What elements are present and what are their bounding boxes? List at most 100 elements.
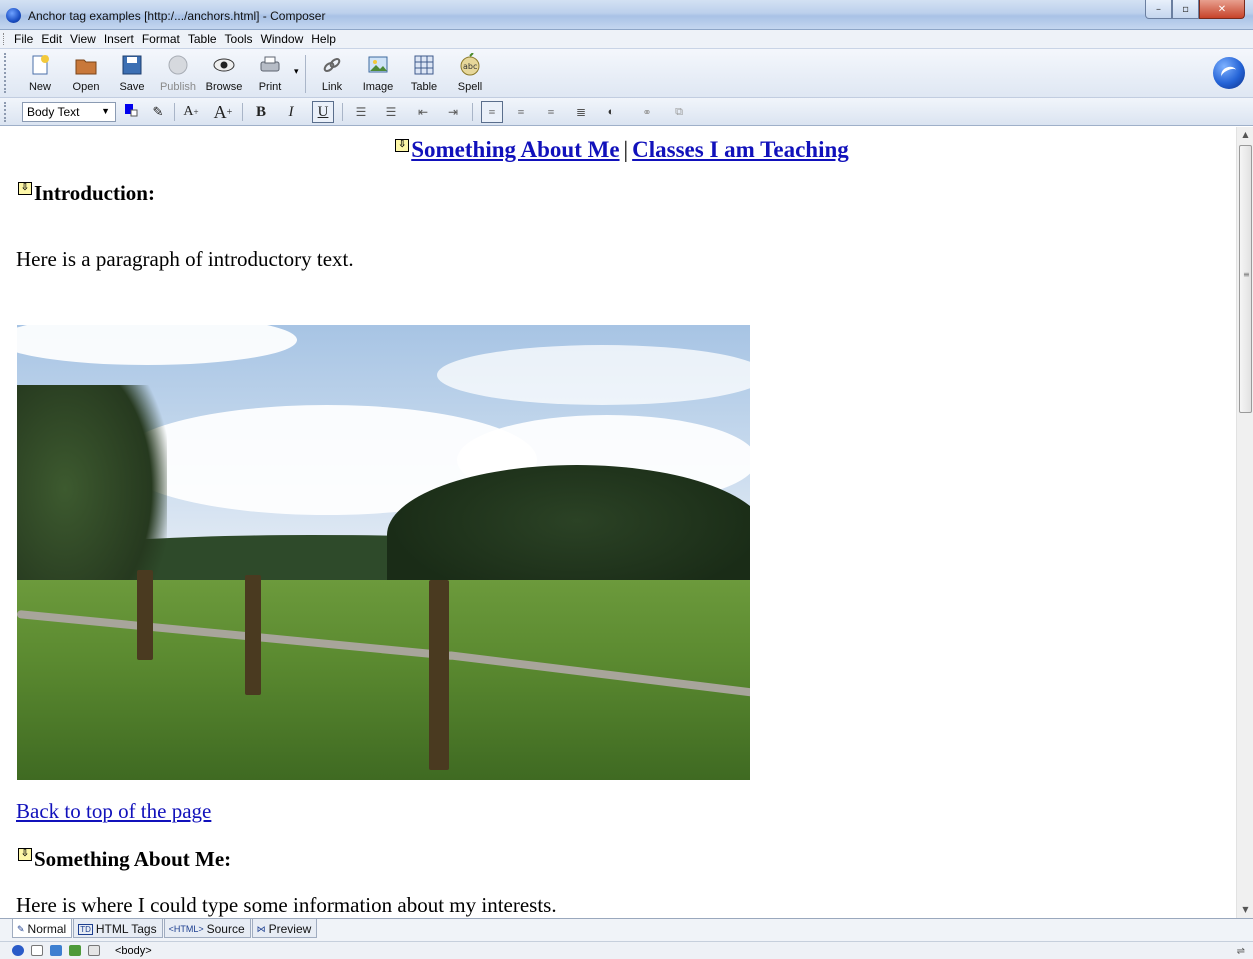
paragraph-about-me: Here is where I could type some informat…: [16, 893, 557, 917]
highlight-pencil-icon[interactable]: ✎: [147, 101, 169, 123]
menu-table[interactable]: Table: [184, 32, 221, 46]
window-title: Anchor tag examples [http:/.../anchors.h…: [28, 9, 326, 23]
scroll-down-icon[interactable]: ▼: [1237, 902, 1253, 918]
format-toolbar: Body Text ▼ ✎ A + A + B I U ☰ ☰ ⇤ ⇥ ≡ ≡ ≡ …: [0, 98, 1253, 126]
browse-button[interactable]: Browse: [201, 51, 247, 97]
toolbar-grip[interactable]: [4, 53, 7, 93]
align-left-icon[interactable]: ≡: [481, 101, 503, 123]
indent-icon[interactable]: ⇥: [442, 101, 464, 123]
composition-toolbar: New Open Save Publish Browse Print ▾ Lin…: [0, 48, 1253, 98]
printer-icon: [258, 53, 282, 77]
insert-table-disabled-icon[interactable]: ⧉: [668, 101, 690, 123]
vertical-scrollbar[interactable]: ▲ ▼: [1236, 127, 1253, 918]
menu-format[interactable]: Format: [138, 32, 184, 46]
menu-bar: File Edit View Insert Format Table Tools…: [0, 30, 1253, 48]
print-dropdown-icon[interactable]: ▾: [294, 67, 299, 77]
insert-element-icon[interactable]: ◐: [600, 101, 622, 123]
anchor-marker-icon[interactable]: ⇩: [18, 182, 32, 195]
align-right-icon[interactable]: ≡: [540, 101, 562, 123]
menu-window[interactable]: Window: [257, 32, 308, 46]
table-button[interactable]: Table: [401, 51, 447, 97]
svg-text:abc: abc: [463, 62, 477, 71]
numbered-list-icon[interactable]: ☰: [380, 101, 402, 123]
tab-source[interactable]: <HTML> Source: [163, 919, 251, 938]
open-folder-icon: [74, 53, 98, 77]
save-disk-icon: [120, 53, 144, 77]
bold-button[interactable]: B: [250, 101, 272, 123]
publish-globe-icon: [166, 53, 190, 77]
insert-link-disabled-icon[interactable]: ⚭: [636, 101, 658, 123]
seamonkey-throbber-icon[interactable]: [1213, 57, 1245, 89]
format-separator: [472, 103, 473, 121]
underline-button[interactable]: U: [312, 101, 334, 123]
format-separator: [174, 103, 175, 121]
format-toolbar-grip[interactable]: [4, 102, 7, 122]
image-picture-icon: [366, 53, 390, 77]
pencil-icon: ✎: [17, 923, 25, 934]
print-button[interactable]: Print: [247, 51, 293, 97]
heading-introduction: ⇩ Introduction:: [18, 181, 155, 206]
td-tag-icon: TD: [78, 923, 93, 935]
text-color-button[interactable]: [119, 101, 141, 123]
preview-icon: ⋈: [256, 923, 266, 934]
landscape-image[interactable]: [17, 325, 750, 780]
anchor-marker-icon[interactable]: ⇩: [395, 139, 410, 152]
bulleted-list-icon[interactable]: ☰: [350, 101, 372, 123]
mail-icon[interactable]: [31, 945, 43, 956]
smaller-font-button[interactable]: A +: [180, 101, 202, 123]
connection-status-icon: ⇌: [1236, 946, 1245, 957]
menu-view[interactable]: View: [66, 32, 100, 46]
menu-insert[interactable]: Insert: [100, 32, 138, 46]
menu-edit[interactable]: Edit: [37, 32, 66, 46]
status-bar: <body> ⇌: [0, 941, 1253, 959]
justify-icon[interactable]: ≣: [570, 101, 592, 123]
paragraph-format-select[interactable]: Body Text ▼: [22, 102, 116, 122]
edit-mode-tabs: ✎ Normal TD HTML Tags <HTML> Source ⋈ Pr…: [0, 918, 1253, 941]
editor-content-area[interactable]: ⇩ Something About Me | Classes I am Teachin…: [8, 127, 1236, 918]
menubar-grip[interactable]: [3, 33, 6, 45]
page-nav-line: ⇩ Something About Me | Classes I am Teachin…: [8, 137, 1236, 163]
paragraph-introduction: Here is a paragraph of introductory text…: [16, 247, 354, 271]
tab-normal[interactable]: ✎ Normal: [12, 919, 73, 938]
anchor-marker-icon[interactable]: ⇩: [18, 848, 32, 861]
outdent-icon[interactable]: ⇤: [412, 101, 434, 123]
italic-button[interactable]: I: [280, 101, 302, 123]
navigator-icon[interactable]: [12, 945, 24, 956]
tab-preview[interactable]: ⋈ Preview: [251, 919, 318, 938]
new-button[interactable]: New: [17, 51, 63, 97]
element-tag-path[interactable]: <body>: [115, 945, 152, 957]
address-book-icon[interactable]: [88, 945, 100, 956]
tab-html-tags[interactable]: TD HTML Tags: [73, 919, 163, 938]
heading-something-about-me: ⇩ Something About Me:: [18, 847, 231, 872]
close-button[interactable]: ✕: [1199, 0, 1245, 19]
html-source-icon: <HTML>: [168, 924, 204, 934]
larger-font-button[interactable]: A +: [212, 101, 234, 123]
minimize-button[interactable]: –: [1145, 0, 1172, 19]
save-button[interactable]: Save: [109, 51, 155, 97]
link-button[interactable]: Link: [309, 51, 355, 97]
chat-icon[interactable]: [50, 945, 62, 956]
maximize-button[interactable]: ▫: [1172, 0, 1199, 19]
menu-file[interactable]: File: [10, 32, 37, 46]
window-controls: – ▫ ✕: [1145, 0, 1245, 20]
image-button[interactable]: Image: [355, 51, 401, 97]
align-center-icon[interactable]: ≡: [510, 101, 532, 123]
open-button[interactable]: Open: [63, 51, 109, 97]
toolbar-separator: [305, 55, 306, 93]
nav-link-about-me[interactable]: Something About Me: [411, 137, 619, 162]
format-separator: [242, 103, 243, 121]
nav-link-classes[interactable]: Classes I am Teaching: [632, 137, 849, 162]
menu-tools[interactable]: Tools: [221, 32, 257, 46]
spellcheck-icon: abc: [458, 52, 482, 77]
spell-button[interactable]: abc Spell: [447, 51, 493, 97]
browse-eye-icon: [212, 53, 236, 77]
scrollbar-thumb[interactable]: [1239, 145, 1252, 413]
chevron-down-icon: ▼: [101, 106, 110, 116]
new-page-icon: [28, 53, 52, 77]
publish-button[interactable]: Publish: [155, 51, 201, 97]
back-to-top-link[interactable]: Back to top of the page: [16, 799, 211, 824]
format-separator: [342, 103, 343, 121]
composer-icon[interactable]: [69, 945, 81, 956]
menu-help[interactable]: Help: [307, 32, 340, 46]
scroll-up-icon[interactable]: ▲: [1237, 127, 1253, 143]
